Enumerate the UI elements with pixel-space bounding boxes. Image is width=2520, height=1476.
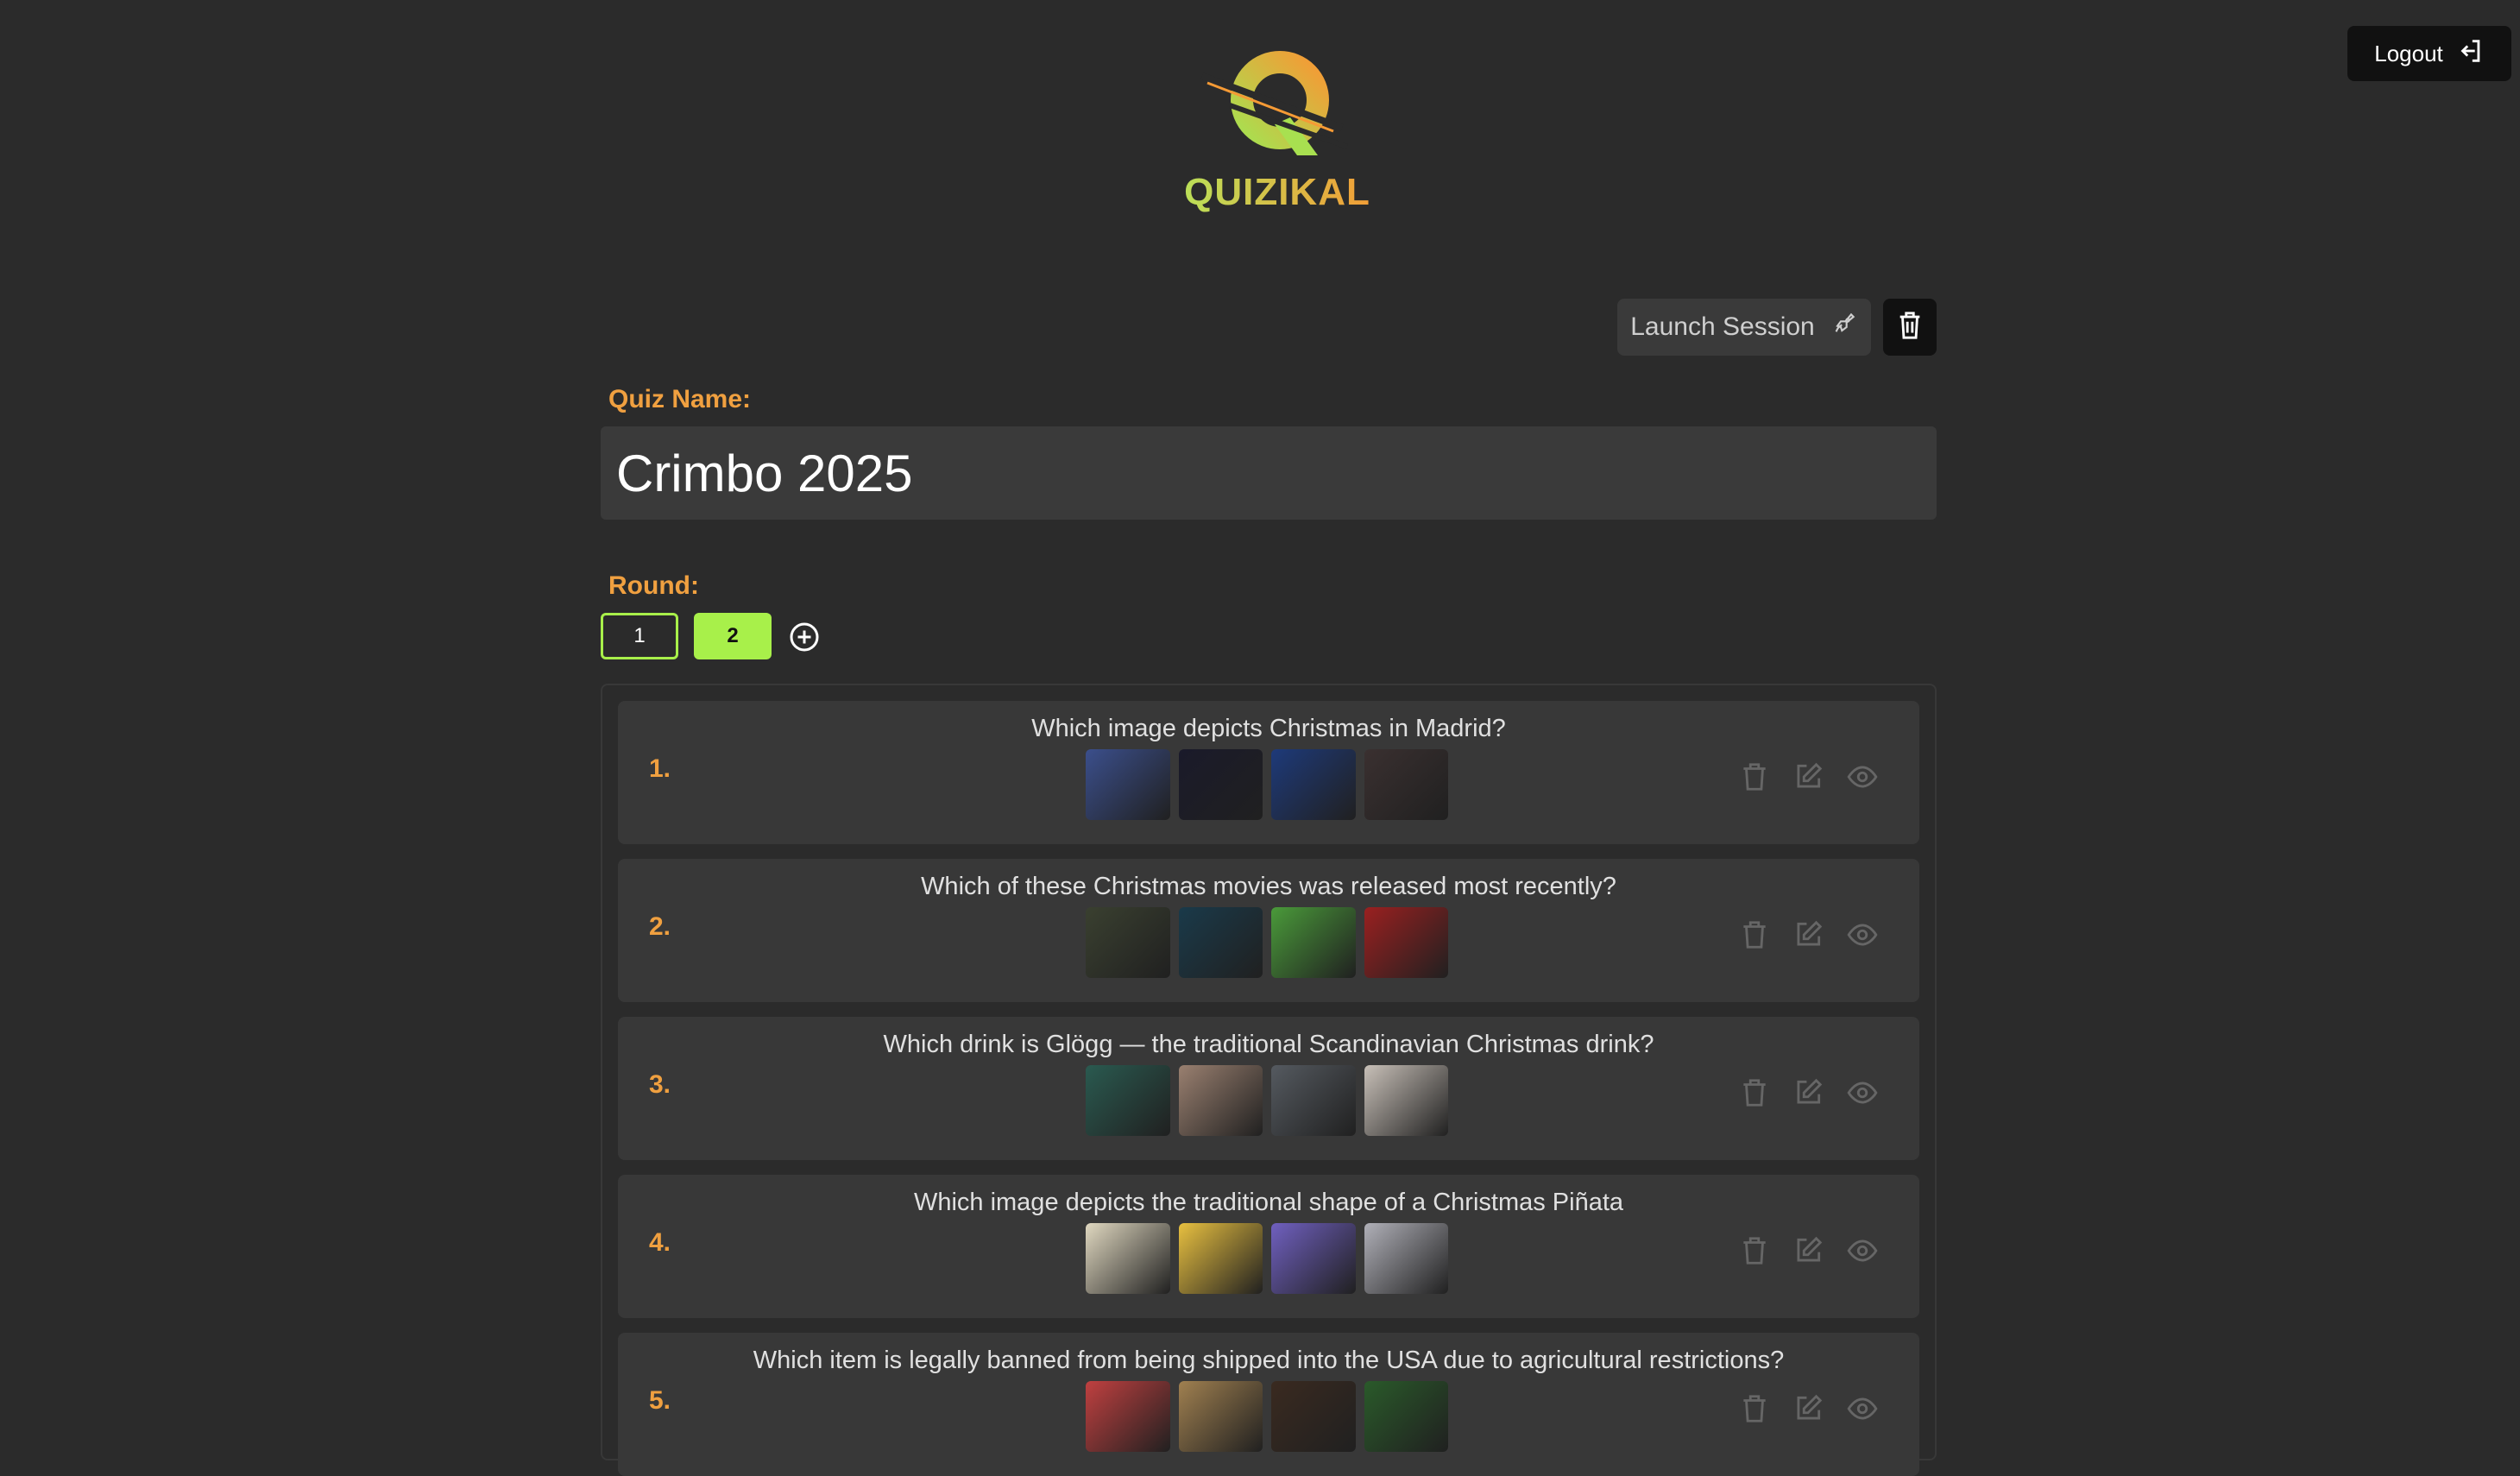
answer-image-1	[1086, 749, 1170, 820]
quiz-name-input[interactable]: Crimbo 2025	[601, 426, 1937, 520]
app-logo: QUIZIKAL	[1174, 45, 1381, 226]
answer-image-3	[1271, 1223, 1356, 1294]
logout-label: Logout	[2374, 40, 2443, 66]
question-text: Which drink is Glögg — the traditional S…	[883, 1031, 1654, 1058]
launch-session-button[interactable]: Launch Session	[1617, 299, 1871, 356]
question-actions	[1738, 1077, 1893, 1112]
answer-image-group	[1086, 907, 1448, 978]
question-card: 3. Which drink is Glögg — the traditional…	[618, 1017, 1919, 1160]
logo-mark-icon	[1200, 51, 1348, 155]
edit-question-button[interactable]	[1792, 1392, 1824, 1429]
answer-image-4	[1364, 1065, 1448, 1136]
question-actions	[1738, 1393, 1893, 1428]
answer-image-1	[1086, 1065, 1170, 1136]
question-text: Which of these Christmas movies was rele…	[921, 873, 1616, 900]
preview-question-button[interactable]	[1845, 1234, 1880, 1271]
question-actions	[1738, 919, 1893, 954]
question-number: 5.	[649, 1386, 671, 1415]
question-number: 2.	[649, 912, 671, 941]
logout-button[interactable]: Logout	[2347, 26, 2511, 81]
answer-image-4	[1364, 1381, 1448, 1452]
add-round-button[interactable]	[789, 621, 820, 653]
question-card: 4. Which image depicts the traditional sh…	[618, 1175, 1919, 1318]
round-tab-2[interactable]: 2	[694, 613, 772, 659]
answer-image-2	[1178, 1065, 1263, 1136]
delete-question-button[interactable]	[1738, 1234, 1771, 1271]
rocket-icon	[1830, 310, 1858, 344]
preview-question-button[interactable]	[1845, 918, 1880, 956]
answer-image-1	[1086, 1223, 1170, 1294]
brand-name: QUIZIKAL	[1174, 171, 1381, 214]
round-tab-1[interactable]: 1	[601, 613, 678, 659]
quiz-name-label: Quiz Name:	[608, 385, 752, 413]
answer-image-1	[1086, 907, 1170, 978]
launch-session-label: Launch Session	[1630, 312, 1815, 341]
answer-image-2	[1178, 1223, 1263, 1294]
edit-question-button[interactable]	[1792, 760, 1824, 798]
question-text: Which image depicts Christmas in Madrid?	[1031, 715, 1506, 742]
question-card: 5. Which item is legally banned from bein…	[618, 1333, 1919, 1476]
trash-icon	[1738, 1236, 1771, 1271]
preview-question-button[interactable]	[1845, 1076, 1880, 1113]
edit-question-button[interactable]	[1792, 1076, 1824, 1113]
plus-circle-icon	[790, 622, 819, 652]
question-actions	[1738, 1235, 1893, 1270]
trash-icon	[1738, 920, 1771, 955]
question-text: Which item is legally banned from being …	[753, 1347, 1785, 1374]
quiz-name-value: Crimbo 2025	[616, 444, 913, 502]
eye-icon	[1845, 765, 1880, 797]
question-actions	[1738, 761, 1893, 796]
question-text: Which image depicts the traditional shap…	[913, 1189, 1624, 1216]
answer-image-4	[1364, 749, 1448, 820]
answer-image-group	[1086, 1065, 1448, 1136]
trash-icon	[1897, 311, 1923, 344]
edit-question-button[interactable]	[1792, 918, 1824, 956]
answer-image-3	[1271, 907, 1356, 978]
question-card: 1. Which image depicts Christmas in Madri…	[618, 701, 1919, 844]
eye-icon	[1845, 1239, 1880, 1271]
answer-image-3	[1271, 749, 1356, 820]
edit-question-button[interactable]	[1792, 1234, 1824, 1271]
answer-image-4	[1364, 1223, 1448, 1294]
edit-icon	[1792, 1394, 1824, 1429]
trash-icon	[1738, 1078, 1771, 1113]
trash-icon	[1738, 762, 1771, 797]
answer-image-1	[1086, 1381, 1170, 1452]
delete-question-button[interactable]	[1738, 760, 1771, 798]
eye-icon	[1845, 923, 1880, 955]
delete-quiz-button[interactable]	[1883, 299, 1937, 356]
answer-image-2	[1178, 1381, 1263, 1452]
answer-image-group	[1086, 1381, 1448, 1452]
edit-icon	[1792, 1078, 1824, 1113]
edit-icon	[1792, 1236, 1824, 1271]
answer-image-3	[1271, 1065, 1356, 1136]
preview-question-button[interactable]	[1845, 760, 1880, 798]
eye-icon	[1845, 1397, 1880, 1429]
edit-icon	[1792, 762, 1824, 797]
edit-icon	[1792, 920, 1824, 955]
trash-icon	[1738, 1394, 1771, 1429]
question-card: 2. Which of these Christmas movies was re…	[618, 859, 1919, 1002]
answer-image-2	[1178, 907, 1263, 978]
preview-question-button[interactable]	[1845, 1392, 1880, 1429]
eye-icon	[1845, 1081, 1880, 1113]
answer-image-group	[1086, 749, 1448, 820]
answer-image-4	[1364, 907, 1448, 978]
delete-question-button[interactable]	[1738, 1076, 1771, 1113]
question-number: 4.	[649, 1228, 671, 1257]
delete-question-button[interactable]	[1738, 1392, 1771, 1429]
question-number: 3.	[649, 1070, 671, 1099]
answer-image-2	[1178, 749, 1263, 820]
round-label: Round:	[608, 571, 699, 600]
answer-image-group	[1086, 1223, 1448, 1294]
answer-image-3	[1271, 1381, 1356, 1452]
delete-question-button[interactable]	[1738, 918, 1771, 956]
question-number: 1.	[649, 754, 671, 783]
logout-icon	[2455, 36, 2485, 72]
